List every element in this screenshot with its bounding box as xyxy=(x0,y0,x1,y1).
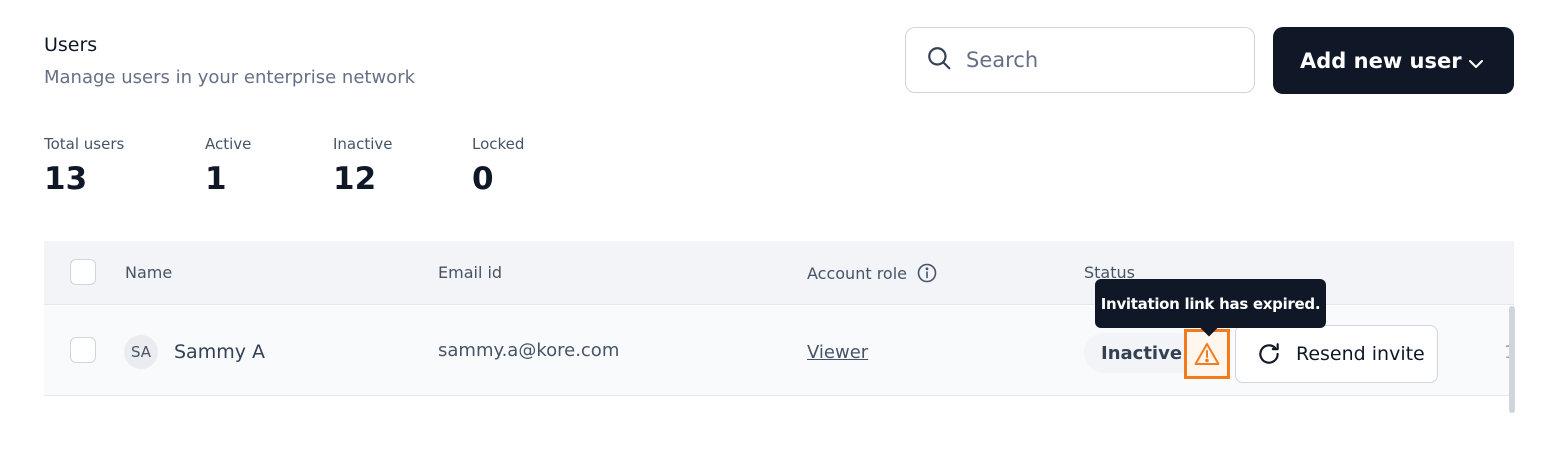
search-box[interactable] xyxy=(905,27,1255,93)
column-header-role-label: Account role xyxy=(807,263,907,283)
add-new-user-label: Add new user xyxy=(1300,48,1462,73)
stat-label: Total users xyxy=(44,135,125,153)
stat-label: Active xyxy=(205,135,252,153)
account-role-link[interactable]: Viewer xyxy=(807,342,868,363)
chevron-down-icon[interactable] xyxy=(1468,53,1484,77)
user-email: sammy.a@kore.com xyxy=(438,340,620,361)
info-icon[interactable] xyxy=(917,263,937,283)
stat-locked: Locked 0 xyxy=(472,135,524,197)
add-new-user-button[interactable]: Add new user xyxy=(1273,27,1514,94)
column-header-name[interactable]: Name xyxy=(125,263,172,282)
stat-active: Active 1 xyxy=(205,135,251,197)
stat-label: Locked xyxy=(472,135,525,153)
stat-label: Inactive xyxy=(333,135,393,153)
stat-value: 13 xyxy=(44,161,88,197)
stat-inactive: Inactive 12 xyxy=(333,135,393,197)
refresh-icon xyxy=(1256,341,1282,367)
row-checkbox[interactable] xyxy=(70,337,96,363)
expired-warning-button[interactable] xyxy=(1184,329,1230,379)
page-title: Users xyxy=(44,34,98,56)
table-scrollbar[interactable] xyxy=(1509,306,1515,413)
avatar: SA xyxy=(124,335,158,369)
resend-invite-button[interactable]: Resend invite xyxy=(1235,325,1438,383)
stat-value: 0 xyxy=(472,161,494,197)
user-name: Sammy A xyxy=(174,341,266,363)
stat-value: 12 xyxy=(333,161,377,197)
tooltip: Invitation link has expired. xyxy=(1095,279,1326,328)
page-subtitle: Manage users in your enterprise network xyxy=(44,67,416,88)
resend-invite-label: Resend invite xyxy=(1296,343,1425,365)
stat-value: 1 xyxy=(205,161,227,197)
column-header-role[interactable]: Account role xyxy=(807,263,937,283)
search-input[interactable] xyxy=(964,47,1238,73)
select-all-checkbox[interactable] xyxy=(70,259,96,285)
warning-triangle-icon xyxy=(1194,342,1220,366)
search-icon xyxy=(906,45,952,75)
stat-total-users: Total users 13 xyxy=(44,135,124,197)
column-header-email[interactable]: Email id xyxy=(438,263,502,282)
status-badge: Inactive xyxy=(1084,333,1200,373)
users-page: Users Manage users in your enterprise ne… xyxy=(0,0,1548,456)
